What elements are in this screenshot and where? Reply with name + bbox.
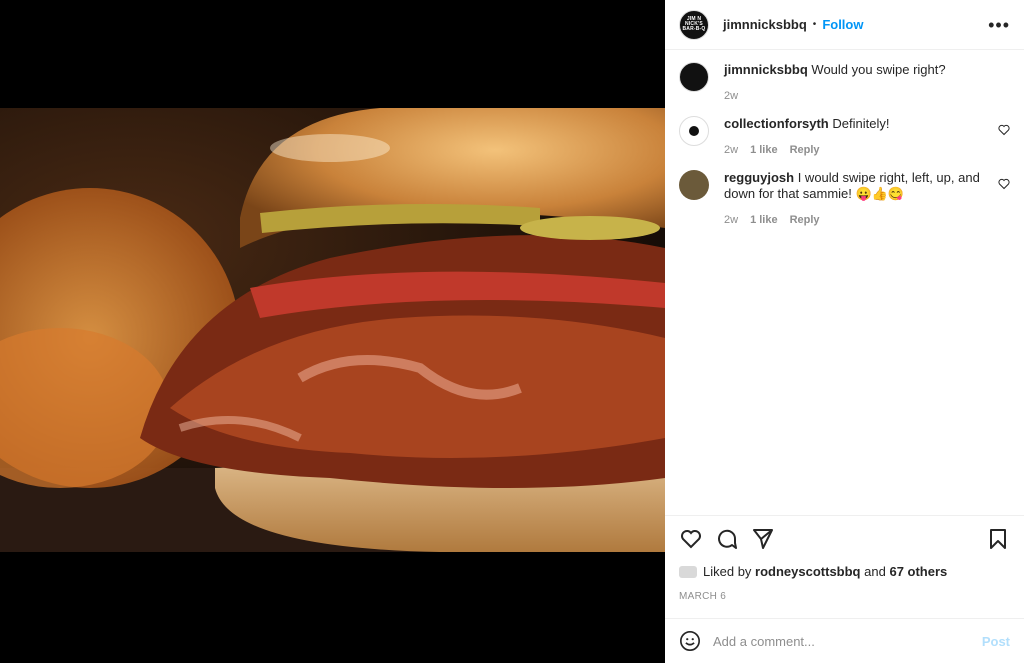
liked-by-prefix: Liked by — [703, 564, 752, 579]
comment-input[interactable]: Add a comment... — [713, 634, 982, 649]
comment-likes[interactable]: 1 like — [750, 214, 778, 226]
comment-meta: 2w 1 like Reply — [724, 144, 986, 156]
liker-avatar[interactable] — [679, 565, 697, 578]
post-header: JIM N NICK'S BAR-B-Q jimnnicksbbq • Foll… — [665, 0, 1024, 50]
caption-username[interactable]: jimnnicksbbq — [724, 62, 808, 77]
post-button[interactable]: Post — [982, 634, 1010, 649]
comments-list[interactable]: jimnnicksbbq Would you swipe right? 2w c… — [665, 50, 1024, 226]
bbq-sandwich-image — [0, 108, 665, 552]
caption-meta: 2w — [724, 90, 986, 102]
caption-text: jimnnicksbbq Would you swipe right? — [724, 62, 986, 78]
author-username[interactable]: jimnnicksbbq — [723, 17, 807, 32]
post-actions: Liked by rodneyscottsbbq and 67 others M… — [665, 515, 1024, 602]
commenter-avatar[interactable] — [679, 116, 709, 146]
bookmark-icon[interactable] — [986, 527, 1010, 551]
commenter-avatar[interactable] — [679, 170, 709, 200]
comment-username[interactable]: regguyjosh — [724, 170, 794, 185]
more-icon[interactable]: ••• — [988, 16, 1010, 34]
comment-text: regguyjosh I would swipe right, left, up… — [724, 170, 986, 202]
add-comment-bar: Add a comment... Post — [665, 618, 1024, 663]
caption-avatar[interactable] — [679, 62, 709, 92]
like-heart-icon[interactable] — [679, 527, 703, 551]
reply-button[interactable]: Reply — [790, 214, 820, 226]
comment-text: collectionforsyth Definitely! — [724, 116, 986, 132]
caption-time[interactable]: 2w — [724, 90, 738, 102]
post-media[interactable] — [0, 0, 665, 663]
heart-icon[interactable] — [998, 124, 1010, 136]
caption-body: Would you swipe right? — [811, 62, 946, 77]
comment-item: collectionforsyth Definitely! 2w 1 like … — [679, 116, 1010, 156]
liked-by-and: and — [864, 564, 886, 579]
post-details-panel: JIM N NICK'S BAR-B-Q jimnnicksbbq • Foll… — [665, 0, 1024, 663]
comment-time[interactable]: 2w — [724, 214, 738, 226]
author-avatar[interactable]: JIM N NICK'S BAR-B-Q — [679, 9, 709, 40]
share-icon[interactable] — [751, 527, 775, 551]
follow-button[interactable]: Follow — [822, 17, 863, 32]
reply-button[interactable]: Reply — [790, 144, 820, 156]
separator-dot: • — [812, 19, 817, 30]
heart-icon[interactable] — [998, 178, 1010, 190]
avatar-logo-text: JIM N NICK'S BAR-B-Q — [682, 16, 706, 32]
post-photo[interactable] — [0, 108, 665, 552]
comment-likes[interactable]: 1 like — [750, 144, 778, 156]
comment-icon[interactable] — [715, 527, 739, 551]
comment-meta: 2w 1 like Reply — [724, 214, 986, 226]
action-icons — [679, 526, 1010, 552]
emoji-icon[interactable] — [679, 630, 701, 652]
post-date[interactable]: MARCH 6 — [679, 591, 1010, 602]
comment-item: regguyjosh I would swipe right, left, up… — [679, 170, 1010, 226]
comment-time[interactable]: 2w — [724, 144, 738, 156]
caption: jimnnicksbbq Would you swipe right? 2w — [679, 62, 1010, 102]
liked-by-others[interactable]: 67 others — [889, 564, 947, 579]
comment-body: Definitely! — [832, 116, 890, 131]
comment-username[interactable]: collectionforsyth — [724, 116, 829, 131]
likes-summary: Liked by rodneyscottsbbq and 67 others — [679, 564, 1010, 579]
liked-by-user[interactable]: rodneyscottsbbq — [755, 564, 860, 579]
commenter-logo — [689, 126, 699, 136]
